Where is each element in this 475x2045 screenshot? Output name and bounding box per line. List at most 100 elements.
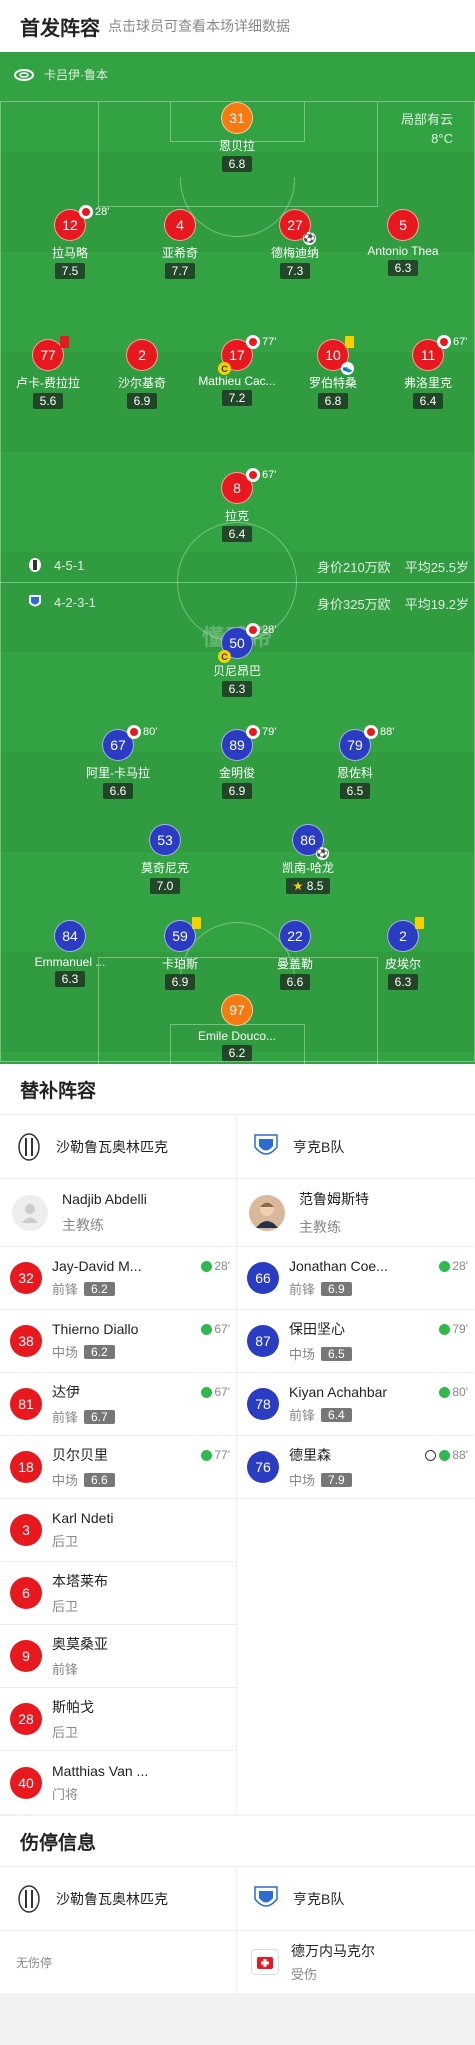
sub-player-away-78[interactable]: 78 Kiyan Achahbar 前锋 6.4 80' [237, 1373, 474, 1436]
yellow-card-icon [345, 336, 354, 348]
player-home-5[interactable]: 5 Antonio Thea 6.3 [343, 209, 463, 276]
player-home-12[interactable]: 12 28' 拉马略 7.5 [10, 205, 130, 279]
player-position: 后卫 [52, 1725, 79, 1740]
player-number: 66 [247, 1262, 279, 1294]
sub-player-home-28[interactable]: 28 斯帕戈 后卫 [0, 1688, 236, 1751]
sub-player-home-18[interactable]: 18 贝尔贝里 中场 6.6 77' [0, 1436, 236, 1499]
away-injury-team-header[interactable]: 亨克B队 [237, 1867, 474, 1931]
player-home-31[interactable]: 31 恩贝拉 6.8 [177, 102, 297, 172]
player-name: 阿里-卡马拉 [86, 766, 150, 780]
player-number: 76 [247, 1451, 279, 1483]
home-team-logo-icon [16, 1884, 42, 1914]
player-position: 门将 [52, 1786, 79, 1802]
away-team-name: 亨克B队 [293, 1138, 345, 1155]
player-away-84[interactable]: 84 Emmanuel ... 6.3 [10, 920, 130, 987]
player-number: 2 [126, 339, 158, 371]
player-name: Jay-David M... [52, 1258, 142, 1274]
player-rating: 7.7 [164, 263, 196, 279]
player-home-8[interactable]: 8 67' 拉克 6.4 [177, 468, 297, 542]
player-position: 前锋 [289, 1282, 316, 1297]
player-name: Kiyan Achahbar [289, 1384, 388, 1400]
player-name: 亚希奇 [161, 246, 198, 260]
player-rating: 6.7 [84, 1409, 115, 1424]
player-rating: 6.8 [221, 156, 253, 172]
sub-player-home-9[interactable]: 9 奥莫桑亚 前锋 [0, 1625, 236, 1688]
player-name: 曼盖勒 [276, 957, 313, 971]
home-coach[interactable]: Nadjib Abdelli 主教练 [0, 1179, 236, 1247]
player-name: 斯帕戈 [52, 1699, 94, 1715]
player-away-97[interactable]: 97 Emile Douco... 6.2 [177, 994, 297, 1061]
player-name: 贝尔贝里 [52, 1447, 108, 1463]
player-home-27[interactable]: 27 ⚽ 德梅迪纳 7.3 [235, 209, 355, 279]
player-position: 中场 [52, 1345, 79, 1360]
medical-kit-icon [251, 1949, 279, 1975]
player-name: Matthias Van ... [52, 1762, 149, 1779]
player-away-2[interactable]: 2 皮埃尔 6.3 [343, 917, 463, 990]
player-home-4[interactable]: 4 亚希奇 7.7 [120, 209, 240, 279]
away-team-header[interactable]: 亨克B队 [237, 1115, 474, 1179]
player-away-86[interactable]: 86 ⚽ 凯南-哈龙 ★ 8.5 [248, 824, 368, 894]
sub-in-time: 77' [201, 1448, 230, 1462]
player-name: 拉克 [224, 509, 249, 523]
player-away-67[interactable]: 67 80' 阿里-卡马拉 6.6 [58, 725, 178, 799]
player-number: 5 [387, 209, 419, 241]
player-number: 86 [300, 832, 316, 848]
player-name: 罗伯特桑 [308, 376, 357, 390]
sub-out-icon: 67' [246, 468, 276, 482]
home-team-header[interactable]: 沙勒鲁瓦奥林匹克 [0, 1115, 236, 1179]
player-name: 达伊 [52, 1384, 80, 1400]
player-position: 中场 [52, 1473, 79, 1488]
player-home-11[interactable]: 11 67' 弗洛里克 6.4 [368, 335, 475, 409]
sub-player-home-6[interactable]: 6 本塔莱布 后卫 [0, 1562, 236, 1625]
home-value: 身价210万欧 [316, 560, 391, 575]
sub-player-home-3[interactable]: 3 Karl Ndeti 后卫 [0, 1499, 236, 1562]
sub-in-time: 80' [439, 1385, 468, 1399]
sub-player-away-76[interactable]: 76 德里森 中场 7.9 88' [237, 1436, 474, 1499]
player-number: 53 [149, 824, 181, 856]
sub-out-icon: 28' [79, 205, 109, 219]
player-name: 奥莫桑亚 [52, 1636, 108, 1652]
player-rating: 7.5 [54, 263, 86, 279]
player-away-89[interactable]: 89 79' 金明俊 6.9 [177, 725, 297, 799]
injured-player-name: 德万内马克尔 [291, 1943, 375, 1959]
player-name: 德梅迪纳 [270, 246, 319, 260]
injured-player[interactable]: 德万内马克尔 受伤 [237, 1931, 474, 1993]
coach-placeholder-avatar [12, 1194, 48, 1231]
player-away-53[interactable]: 53 莫奇尼克 7.0 [105, 824, 225, 894]
player-rating: 6.4 [321, 1407, 352, 1422]
player-position: 前锋 [52, 1282, 79, 1297]
player-position: 前锋 [52, 1410, 79, 1425]
sub-in-time: 67' [201, 1322, 230, 1336]
injuries-section: 沙勒鲁瓦奥林匹克 无伤停 亨克B队 德万内马克尔 受伤 [0, 1866, 475, 1993]
away-coach[interactable]: 范鲁姆斯特 主教练 [237, 1179, 474, 1247]
player-rating: 6.8 [317, 393, 349, 409]
player-rating: 6.9 [321, 1281, 352, 1296]
coach-role: 主教练 [62, 1216, 104, 1233]
sub-in-time: 67' [201, 1385, 230, 1399]
sub-player-home-81[interactable]: 81 达伊 前锋 6.7 67' [0, 1373, 236, 1436]
home-injury-team-header[interactable]: 沙勒鲁瓦奥林匹克 [0, 1867, 236, 1931]
player-rating: 6.4 [412, 393, 444, 409]
player-name: Antonio Thea [367, 244, 439, 258]
player-position: 中场 [289, 1347, 316, 1362]
player-away-50[interactable]: 50 28' C 贝尼昂巴 6.3 [177, 623, 297, 697]
player-away-59[interactable]: 59 卡珀斯 6.9 [120, 917, 240, 990]
sub-player-away-87[interactable]: 87 保田坚心 中场 6.5 79' [237, 1310, 474, 1373]
sub-player-home-40[interactable]: 40 Matthias Van ... 门将 [0, 1751, 236, 1814]
player-away-22[interactable]: 22 曼盖勒 6.6 [235, 920, 355, 990]
sub-player-away-66[interactable]: 66 Jonathan Coe... 前锋 6.9 28' [237, 1247, 474, 1310]
sub-in-icon [201, 1323, 213, 1335]
sub-in-time: 79' [439, 1322, 468, 1336]
player-rating: 6.9 [164, 974, 196, 990]
sub-out-icon: 77' [246, 335, 276, 349]
player-name: 贝尼昂巴 [212, 664, 261, 678]
weather: 局部有云 8°C [401, 110, 453, 148]
player-away-79[interactable]: 79 88' 恩佐科 6.5 [295, 725, 415, 799]
player-name: Thierno Diallo [52, 1321, 139, 1337]
weather-temp: 8°C [431, 131, 453, 146]
sub-player-home-32[interactable]: 32 Jay-David M... 前锋 6.2 28' [0, 1247, 236, 1310]
player-number: 8 [233, 480, 241, 496]
player-name: Mathieu Cac... [198, 374, 276, 388]
player-rating: 6.3 [387, 974, 419, 990]
sub-player-home-38[interactable]: 38 Thierno Diallo 中场 6.2 67' [0, 1310, 236, 1373]
